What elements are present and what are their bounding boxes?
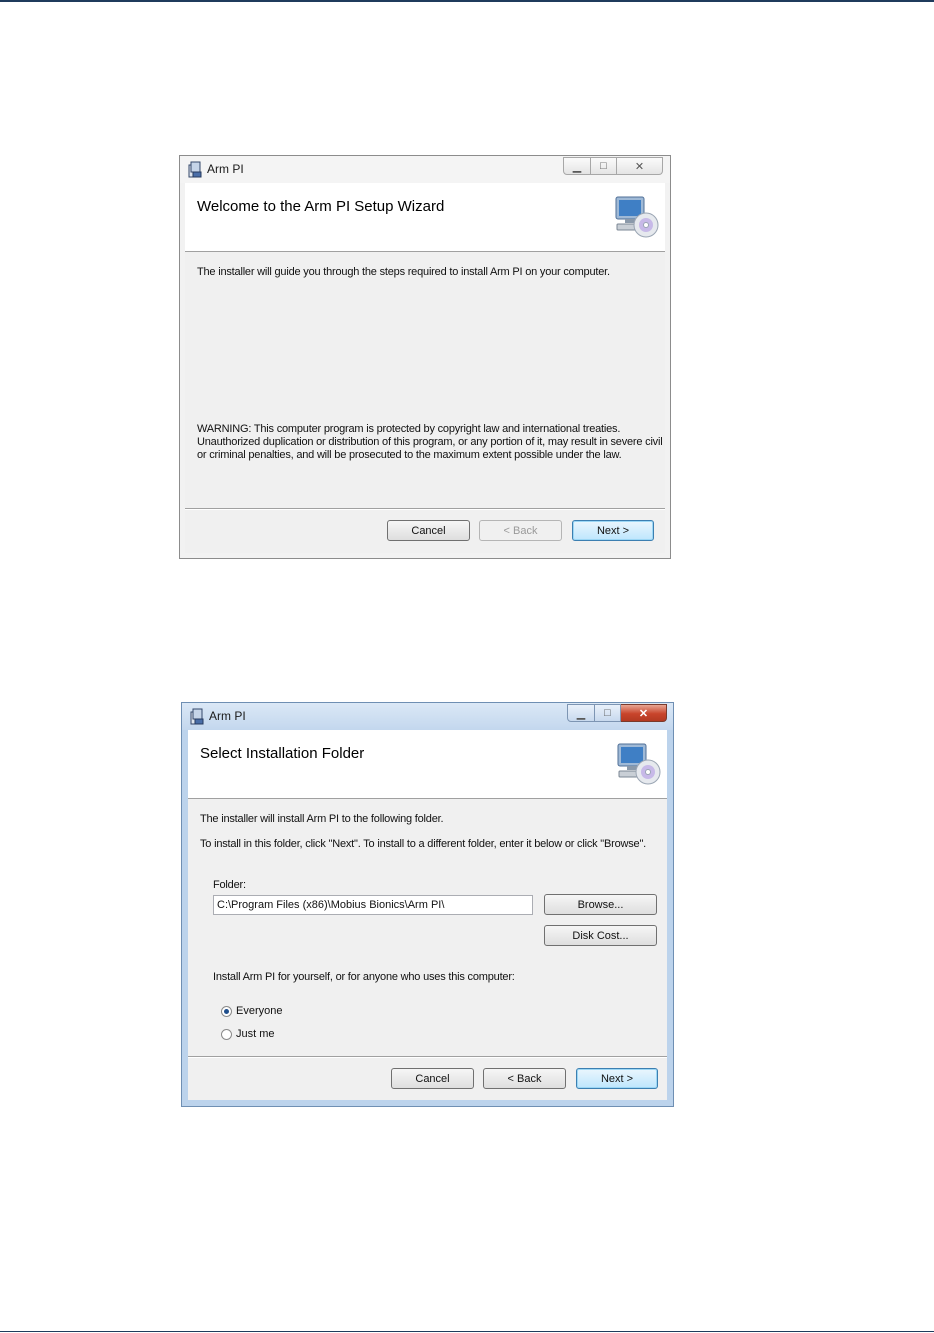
just-me-radio-label[interactable]: Just me [236, 1028, 275, 1040]
title-bar[interactable]: Arm PI ▁ □ ✕ [180, 156, 670, 183]
welcome-dialog-window: Arm PI ▁ □ ✕ Welcome to the Arm PI Setup… [179, 155, 671, 559]
installer-icon [188, 161, 202, 178]
warning-line-3: or criminal penalties, and will be prose… [197, 449, 622, 461]
warning-line-1: WARNING: This computer program is protec… [197, 423, 621, 435]
wizard-heading: Welcome to the Arm PI Setup Wizard [197, 198, 445, 215]
folder-label: Folder: [213, 879, 246, 891]
cancel-button[interactable]: Cancel [387, 520, 470, 541]
install-folder-dialog-window: Arm PI ▁ □ ✕ Select Installation Folder … [181, 702, 674, 1107]
disk-cost-button[interactable]: Disk Cost... [544, 925, 657, 946]
back-button[interactable]: < Back [483, 1068, 566, 1089]
install-location-text: The installer will install Arm PI to the… [200, 813, 444, 825]
wizard-heading: Select Installation Folder [200, 745, 365, 762]
wizard-banner: Welcome to the Arm PI Setup Wizard [185, 183, 665, 252]
just-me-radio[interactable] [221, 1029, 232, 1040]
page-top-rule [0, 0, 934, 2]
dialog-client-area: Select Installation Folder The installer… [188, 730, 667, 1100]
close-icon: ✕ [634, 160, 645, 173]
window-title: Arm PI [209, 709, 246, 723]
title-bar[interactable]: Arm PI ▁ □ ✕ [182, 703, 673, 730]
window-controls: ▁ □ ✕ [563, 157, 663, 176]
computer-cd-icon [615, 196, 659, 238]
maximize-icon: □ [600, 160, 607, 172]
window-title: Arm PI [207, 162, 244, 176]
button-separator [188, 1056, 667, 1058]
dialog-client-area: Welcome to the Arm PI Setup Wizard The i… [185, 183, 665, 553]
button-separator [185, 508, 665, 510]
maximize-button[interactable]: □ [591, 157, 617, 175]
wizard-banner: Select Installation Folder [188, 730, 667, 799]
warning-line-2: Unauthorized duplication or distribution… [197, 436, 663, 448]
minimize-button[interactable]: ▁ [567, 704, 595, 722]
everyone-radio[interactable] [221, 1006, 232, 1017]
cancel-button[interactable]: Cancel [391, 1068, 474, 1089]
intro-text: The installer will guide you through the… [197, 266, 610, 278]
install-instructions-text: To install in this folder, click "Next".… [200, 838, 647, 850]
next-button[interactable]: Next > [572, 520, 654, 541]
window-controls: ▁ □ ✕ [567, 704, 667, 723]
back-button[interactable]: < Back [479, 520, 562, 541]
close-button[interactable]: ✕ [617, 157, 663, 175]
maximize-button[interactable]: □ [595, 704, 621, 722]
minimize-icon: ▁ [576, 707, 586, 720]
close-icon: ✕ [638, 707, 649, 720]
page-bottom-rule [0, 1331, 934, 1332]
minimize-button[interactable]: ▁ [563, 157, 591, 175]
folder-path-input[interactable] [213, 895, 533, 915]
computer-cd-icon [617, 743, 661, 785]
install-for-text: Install Arm PI for yourself, or for anyo… [213, 971, 515, 983]
browse-button[interactable]: Browse... [544, 894, 657, 915]
everyone-radio-label[interactable]: Everyone [236, 1005, 282, 1017]
installer-icon [190, 708, 204, 725]
close-button[interactable]: ✕ [621, 704, 667, 722]
next-button[interactable]: Next > [576, 1068, 658, 1089]
maximize-icon: □ [604, 707, 611, 719]
minimize-icon: ▁ [572, 160, 582, 173]
